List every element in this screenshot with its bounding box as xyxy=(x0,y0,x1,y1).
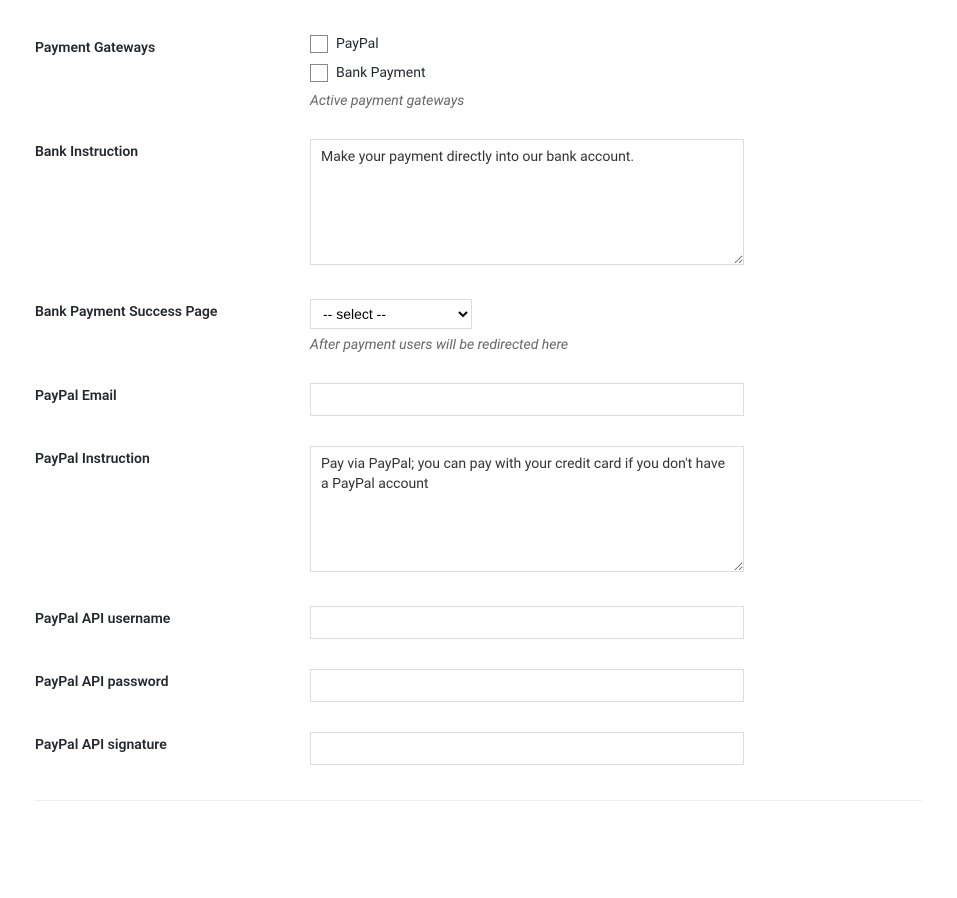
checkbox-row-paypal: PayPal xyxy=(310,35,912,53)
paypal-api-username-input[interactable] xyxy=(310,606,744,639)
label-paypal-email: PayPal Email xyxy=(35,368,310,431)
section-divider xyxy=(35,800,922,801)
row-bank-instruction: Bank Instruction Make your payment direc… xyxy=(35,124,922,284)
checkbox-row-bank: Bank Payment xyxy=(310,64,912,82)
row-payment-gateways: Payment Gateways PayPal Bank Payment Act… xyxy=(35,20,922,124)
label-paypal-instruction: PayPal Instruction xyxy=(35,431,310,591)
payment-gateways-description: Active payment gateways xyxy=(310,93,912,109)
paypal-api-password-input[interactable] xyxy=(310,669,744,702)
settings-form-table: Payment Gateways PayPal Bank Payment Act… xyxy=(35,20,922,780)
label-paypal-api-password: PayPal API password xyxy=(35,654,310,717)
label-paypal-api-username: PayPal API username xyxy=(35,591,310,654)
bank-payment-checkbox-label[interactable]: Bank Payment xyxy=(336,65,426,81)
paypal-email-input[interactable] xyxy=(310,383,744,416)
row-paypal-api-username: PayPal API username xyxy=(35,591,922,654)
row-paypal-instruction: PayPal Instruction Pay via PayPal; you c… xyxy=(35,431,922,591)
paypal-checkbox-label[interactable]: PayPal xyxy=(336,36,379,52)
label-bank-success-page: Bank Payment Success Page xyxy=(35,284,310,368)
row-paypal-api-password: PayPal API password xyxy=(35,654,922,717)
bank-success-page-description: After payment users will be redirected h… xyxy=(310,337,912,353)
bank-payment-checkbox[interactable] xyxy=(310,64,328,82)
label-paypal-api-signature: PayPal API signature xyxy=(35,717,310,780)
bank-success-page-select[interactable]: -- select -- xyxy=(310,299,472,329)
label-bank-instruction: Bank Instruction xyxy=(35,124,310,284)
bank-instruction-textarea[interactable]: Make your payment directly into our bank… xyxy=(310,139,744,265)
label-payment-gateways: Payment Gateways xyxy=(35,20,310,124)
paypal-checkbox[interactable] xyxy=(310,35,328,53)
row-bank-success-page: Bank Payment Success Page -- select -- A… xyxy=(35,284,922,368)
paypal-instruction-textarea[interactable]: Pay via PayPal; you can pay with your cr… xyxy=(310,446,744,572)
row-paypal-email: PayPal Email xyxy=(35,368,922,431)
paypal-api-signature-input[interactable] xyxy=(310,732,744,765)
row-paypal-api-signature: PayPal API signature xyxy=(35,717,922,780)
